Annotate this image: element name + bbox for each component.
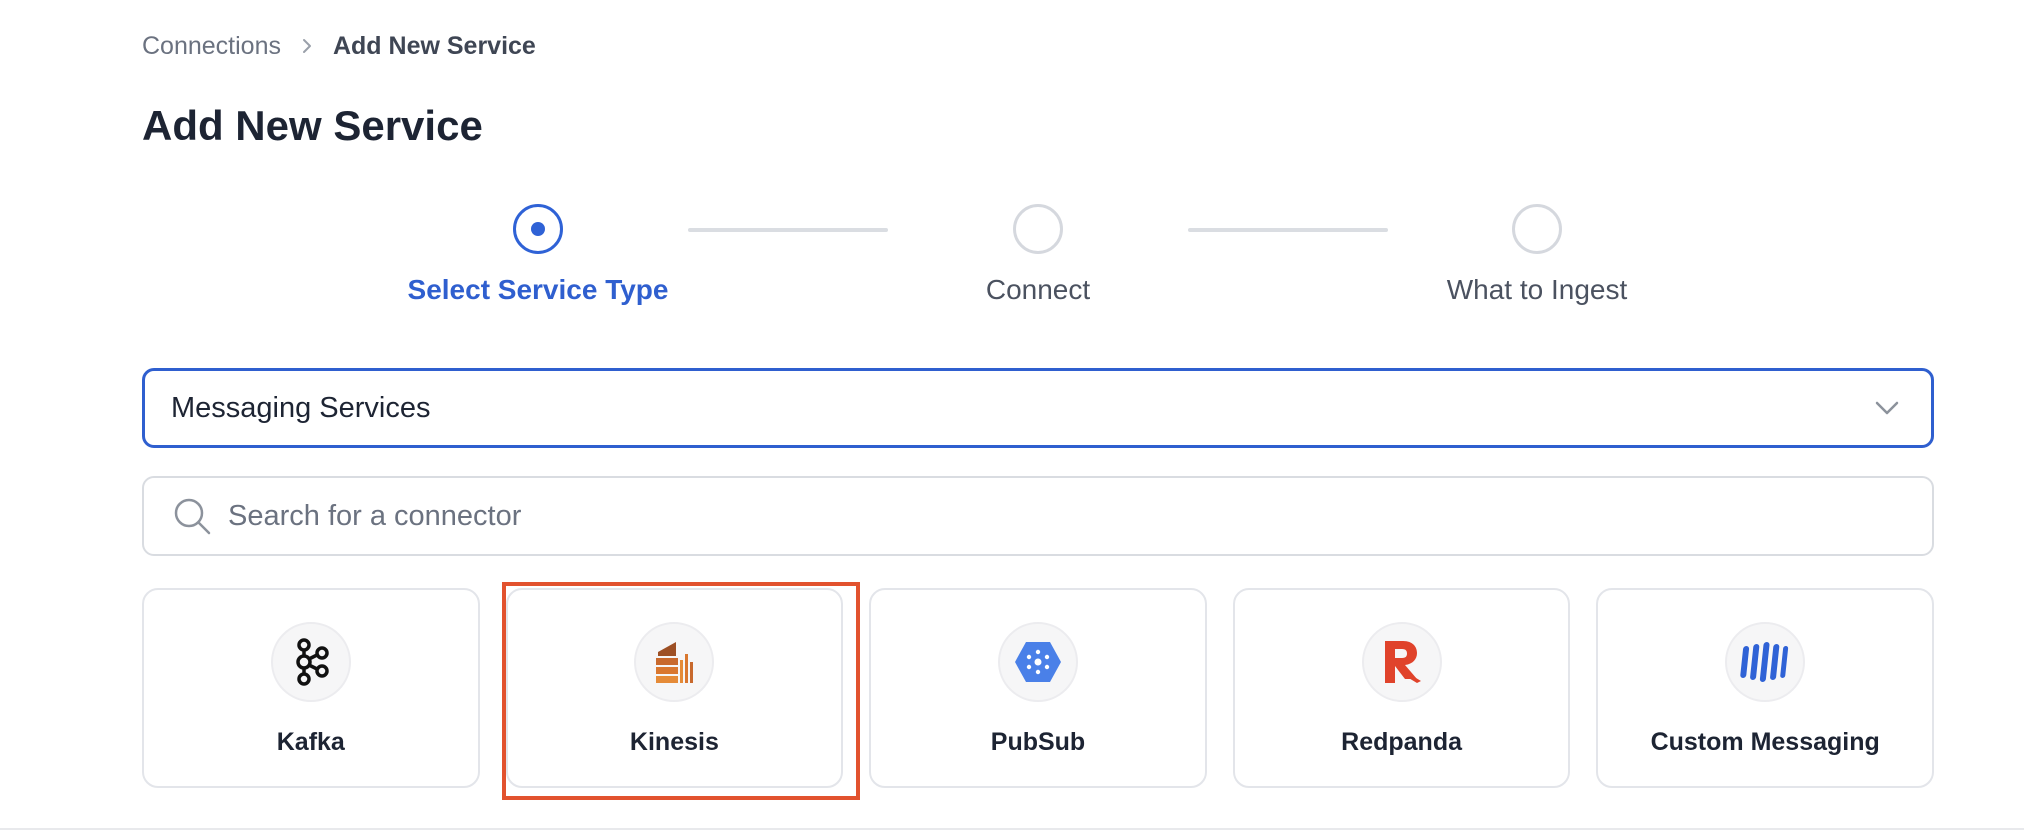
step-1-indicator bbox=[513, 204, 563, 254]
stepper: Select Service Type Connect What to Inge… bbox=[0, 200, 2024, 320]
search-input[interactable] bbox=[228, 486, 1932, 546]
connector-card-pubsub[interactable]: PubSub bbox=[869, 588, 1207, 788]
kinesis-icon bbox=[634, 622, 715, 702]
connector-card-kafka[interactable]: Kafka bbox=[142, 588, 480, 788]
chevron-right-icon bbox=[291, 30, 323, 62]
step-3-label: What to Ingest bbox=[1446, 274, 1628, 305]
connector-card-label: PubSub bbox=[990, 728, 1086, 756]
kafka-icon bbox=[270, 622, 351, 702]
connector-card-label: Kafka bbox=[276, 728, 345, 756]
step-2-label: Connect bbox=[985, 274, 1091, 305]
service-type-select-value: Messaging Services bbox=[171, 391, 431, 424]
step-2-indicator bbox=[1013, 204, 1063, 254]
connector-card-custom-messaging[interactable]: Custom Messaging bbox=[1596, 588, 1934, 788]
step-1-label: Select Service Type bbox=[407, 274, 669, 305]
connector-card-redpanda[interactable]: Redpanda bbox=[1232, 588, 1571, 788]
connector-card-label: Kinesis bbox=[629, 728, 719, 756]
connector-search bbox=[142, 476, 1934, 556]
connector-grid: Kafka Kinesis PubSub Redpanda Custom Mes… bbox=[142, 582, 1934, 800]
custom-messaging-icon bbox=[1725, 622, 1806, 702]
redpanda-icon bbox=[1361, 622, 1442, 702]
search-icon bbox=[172, 496, 212, 536]
service-type-select[interactable]: Messaging Services bbox=[142, 368, 1934, 448]
breadcrumb-connections-link[interactable]: Connections bbox=[142, 32, 281, 61]
divider bbox=[0, 828, 2024, 830]
connector-card-label: Custom Messaging bbox=[1650, 728, 1880, 756]
pubsub-icon bbox=[997, 622, 1078, 702]
connector-card-kinesis[interactable]: Kinesis bbox=[501, 582, 860, 800]
chevron-down-icon[interactable] bbox=[1871, 392, 1903, 424]
breadcrumb-current: Add New Service bbox=[332, 31, 536, 60]
step-3-indicator bbox=[1512, 204, 1562, 254]
step-connector-line bbox=[1188, 228, 1388, 232]
connector-card-label: Redpanda bbox=[1341, 728, 1462, 756]
breadcrumb: Connections Add New Service bbox=[142, 30, 536, 62]
step-connector-line bbox=[688, 228, 888, 232]
page-title: Add New Service bbox=[142, 102, 483, 149]
